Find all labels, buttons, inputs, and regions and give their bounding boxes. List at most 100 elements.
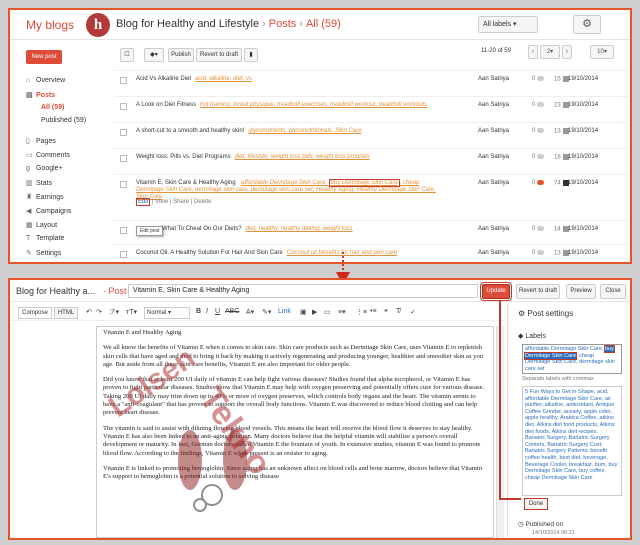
sidebar-item-overview[interactable]: ⌂ Overview bbox=[26, 77, 65, 84]
label-suggestions[interactable]: 5 Fun Ways to Get in Shape, acid, afford… bbox=[522, 386, 622, 496]
jump-break-icon[interactable]: ▭ bbox=[324, 308, 331, 316]
published-on-section[interactable]: ◷ Published on bbox=[518, 520, 563, 528]
text-color-icon[interactable]: A▾ bbox=[246, 308, 254, 316]
close-button[interactable]: Close bbox=[600, 284, 626, 299]
format-select[interactable]: Normal ▾ bbox=[144, 307, 190, 319]
row-checkbox[interactable] bbox=[120, 77, 127, 84]
sidebar-item-all[interactable]: All (59) bbox=[41, 104, 64, 111]
row-checkbox[interactable] bbox=[120, 129, 127, 136]
link-icon[interactable]: Link bbox=[278, 308, 291, 315]
spellcheck-icon[interactable]: ✓ bbox=[410, 308, 416, 316]
labels-input[interactable]: affordable Dermitage Skin Care, buy Derm… bbox=[522, 344, 622, 374]
table-row[interactable]: A short-cut to a smooth and healthy skin… bbox=[114, 122, 628, 144]
revert-to-draft-button[interactable]: Revert to draft bbox=[196, 48, 242, 62]
row-checkbox[interactable] bbox=[120, 227, 127, 234]
next-page-button[interactable]: › bbox=[562, 45, 572, 59]
post-date: 19/10/2014 bbox=[568, 250, 599, 256]
bold-icon[interactable]: B bbox=[196, 308, 201, 315]
font-size-icon[interactable]: ᴛT▾ bbox=[126, 308, 137, 316]
breadcrumb-posts[interactable]: Posts bbox=[269, 18, 297, 30]
row-checkbox[interactable] bbox=[120, 155, 127, 162]
undo-icon[interactable]: ↶ bbox=[86, 308, 92, 316]
publish-button[interactable]: Publish bbox=[168, 48, 194, 62]
table-row[interactable]: Weight loss: Pills vs. Diet Programs diet… bbox=[114, 148, 628, 170]
edit-link[interactable]: Edit bbox=[136, 198, 151, 206]
update-button[interactable]: Update bbox=[480, 282, 512, 301]
share-link[interactable]: Share bbox=[173, 199, 189, 205]
post-title[interactable]: Acid Vs Alkaline Diet bbox=[136, 76, 191, 82]
page-select[interactable]: 2▾ bbox=[540, 45, 560, 59]
post-labels[interactable]: diet, healthy, healthy dieting, weight l… bbox=[246, 226, 353, 232]
sidebar-item-comments[interactable]: ▭ Comments bbox=[26, 151, 70, 159]
sidebar-item-posts[interactable]: ▤ Posts bbox=[26, 91, 55, 99]
prev-page-button[interactable]: ‹ bbox=[528, 45, 538, 59]
blog-title[interactable]: Blog for Healthy and Lifestyle bbox=[116, 18, 259, 30]
select-all-checkbox[interactable]: ☐ bbox=[120, 48, 134, 62]
highlighted-label[interactable]: buy Dermitage Skin Care bbox=[328, 179, 400, 187]
post-title[interactable]: A short-cut to a smooth and healthy skin… bbox=[136, 128, 244, 134]
view-link[interactable]: View bbox=[155, 199, 168, 205]
italic-icon[interactable]: I bbox=[206, 308, 208, 315]
breadcrumb-separator: › bbox=[299, 18, 303, 30]
sidebar-item-pages[interactable]: ▯ Pages bbox=[26, 137, 56, 145]
sidebar-item-template[interactable]: T Template bbox=[26, 235, 64, 242]
settings-button[interactable]: ⚙ bbox=[573, 15, 601, 34]
underline-icon[interactable]: U bbox=[215, 308, 220, 315]
sidebar-item-stats[interactable]: ▥ Stats bbox=[26, 179, 52, 187]
preview-button[interactable]: Preview bbox=[566, 284, 596, 299]
post-title[interactable]: What To Cheat On Our Diets? bbox=[162, 226, 242, 232]
row-checkbox[interactable] bbox=[120, 103, 127, 110]
sidebar-item-googleplus[interactable]: g Google+ bbox=[26, 165, 63, 172]
row-checkbox[interactable] bbox=[120, 251, 127, 258]
highlight-icon[interactable]: ✎▾ bbox=[262, 308, 271, 316]
sidebar-item-campaigns[interactable]: ◀ Campaigns bbox=[26, 207, 71, 215]
image-icon[interactable]: ▣ bbox=[300, 308, 307, 316]
breadcrumb-all[interactable]: All (59) bbox=[306, 18, 341, 30]
comment-count: 0 bbox=[532, 226, 545, 232]
post-body-editor[interactable]: Vitamin E and Healthy Aging We all know … bbox=[96, 326, 494, 538]
row-checkbox[interactable] bbox=[120, 181, 127, 188]
bullet-list-icon[interactable]: •≡ bbox=[370, 308, 377, 315]
tab-compose[interactable]: Compose bbox=[18, 307, 52, 319]
post-labels[interactable]: glyconutrients, glyconutritionals, Skin … bbox=[248, 128, 361, 134]
post-title[interactable]: A Look on Diet Fitness bbox=[136, 102, 196, 108]
post-title[interactable]: Weight loss: Pills vs. Diet Programs bbox=[136, 154, 231, 160]
labels-section[interactable]: ◆ Labels bbox=[518, 332, 546, 340]
my-blogs-link[interactable]: My blogs bbox=[26, 18, 74, 32]
comment-count: 0 bbox=[532, 250, 545, 256]
table-row[interactable]: Acid Vs Alkaline Diet acid, alkaline, die… bbox=[114, 70, 628, 92]
delete-button[interactable]: ▮ bbox=[244, 48, 258, 62]
post-date: 19/10/2014 bbox=[568, 154, 599, 160]
post-title[interactable]: Vitamin E, Skin Care & Healthy Aging bbox=[136, 180, 236, 186]
sidebar-item-published[interactable]: Published (59) bbox=[41, 117, 86, 124]
post-labels[interactable]: diet, lifestyle, weight loss pills, weig… bbox=[235, 154, 370, 160]
label-menu-button[interactable]: ◆▾ bbox=[144, 48, 164, 62]
clear-format-icon[interactable]: T̸ bbox=[396, 308, 400, 315]
tab-html[interactable]: HTML bbox=[54, 307, 78, 319]
sidebar-item-settings[interactable]: ✎ Settings bbox=[26, 249, 61, 257]
done-button[interactable]: Done bbox=[524, 498, 548, 510]
new-post-button[interactable]: New post bbox=[26, 50, 62, 64]
labels-dropdown[interactable]: All labels ▾ bbox=[478, 16, 538, 33]
font-family-icon[interactable]: ℱ▾ bbox=[110, 308, 119, 316]
redo-icon[interactable]: ↷ bbox=[96, 308, 102, 316]
align-icon[interactable]: ≡▾ bbox=[338, 308, 346, 316]
post-labels[interactable]: hot training, toned physique, treadmill … bbox=[200, 102, 427, 108]
table-row[interactable]: Coconut Oil. A Healthy Solution For Hair… bbox=[114, 244, 628, 262]
quote-icon[interactable]: ❝ bbox=[384, 308, 388, 316]
post-title-input[interactable]: Vitamin E, Skin Care & Healthy Aging bbox=[128, 284, 478, 298]
post-labels[interactable]: acid, alkaline, diet, vs bbox=[195, 76, 252, 82]
delete-link[interactable]: Delete bbox=[194, 199, 211, 205]
numbered-list-icon[interactable]: ⋮≡ bbox=[356, 308, 367, 316]
table-row[interactable]: A Look on Diet Fitness hot training, tone… bbox=[114, 96, 628, 118]
revert-to-draft-button[interactable]: Revert to draft bbox=[516, 284, 560, 299]
post-title[interactable]: Coconut Oil. A Healthy Solution For Hair… bbox=[136, 250, 283, 256]
blog-name[interactable]: Blog for Healthy a... bbox=[16, 286, 95, 296]
video-icon[interactable]: ▶ bbox=[312, 308, 317, 316]
table-row[interactable]: What To Cheat On Our Diets? diet, healthy… bbox=[114, 220, 628, 242]
strikethrough-icon[interactable]: ABC bbox=[225, 308, 239, 315]
sidebar-item-layout[interactable]: ▦ Layout bbox=[26, 221, 57, 229]
sidebar-item-earnings[interactable]: ♜ Earnings bbox=[26, 193, 64, 201]
table-row-active[interactable]: Vitamin E, Skin Care & Healthy Aging aff… bbox=[114, 174, 628, 220]
per-page-select[interactable]: 10▾ bbox=[590, 45, 614, 59]
